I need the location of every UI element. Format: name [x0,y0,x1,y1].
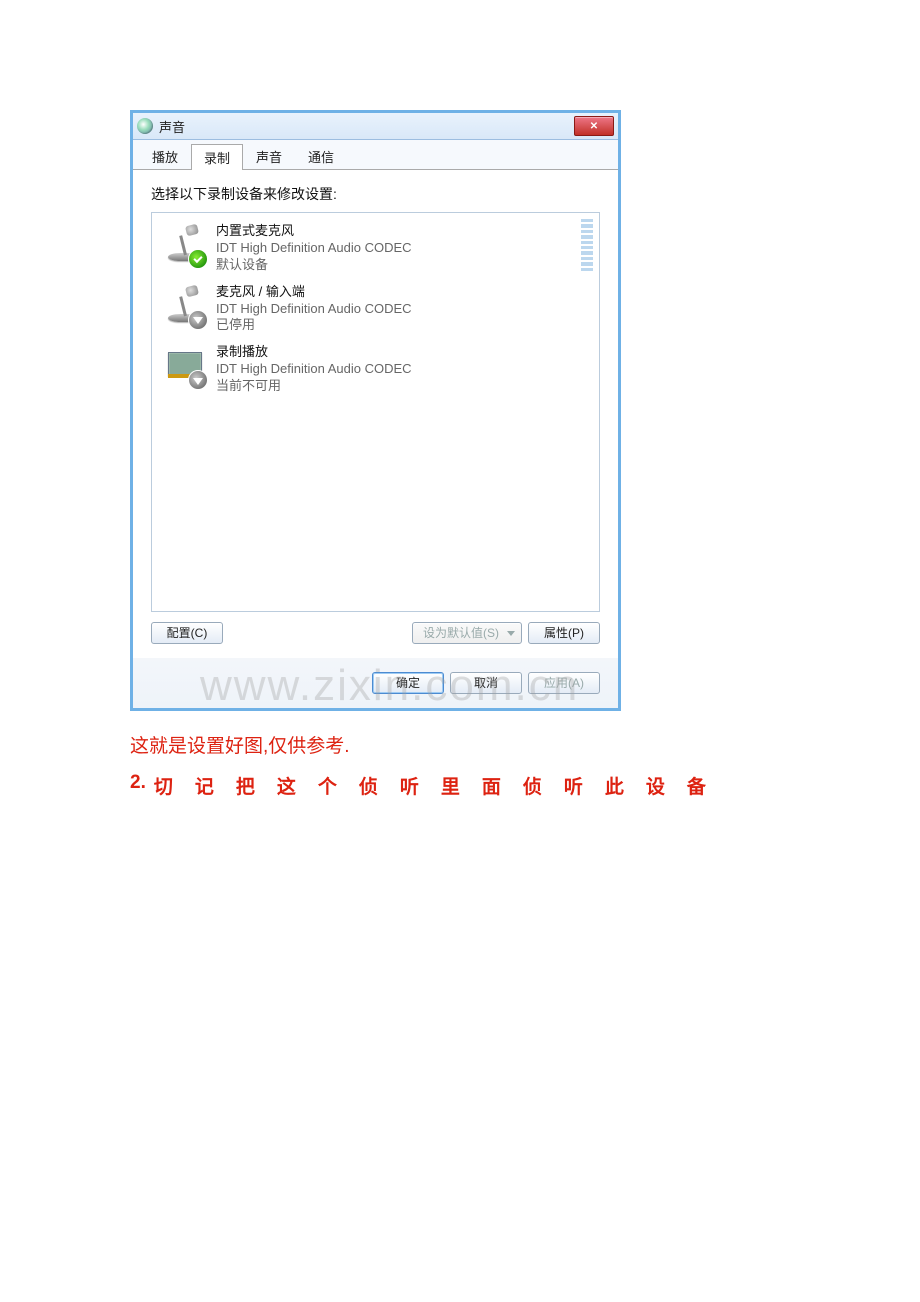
device-desc: IDT High Definition Audio CODEC [216,361,412,378]
set-default-button[interactable]: 设为默认值(S) [412,622,522,644]
dialog-tabs: 播放 录制 声音 通信 [133,140,618,170]
device-name: 内置式麦克风 [216,223,412,240]
soundcard-icon [162,342,206,388]
configure-button[interactable]: 配置(C) [151,622,223,644]
microphone-icon [162,282,206,328]
tab-communications[interactable]: 通信 [295,143,347,169]
caption-text: 这就是设置好图,仅供参考. [130,731,790,758]
step2-line: 2. 切记把这个侦听里面侦听此设备 [130,772,790,799]
properties-button[interactable]: 属性(P) [528,622,600,644]
tab-sounds[interactable]: 声音 [243,143,295,169]
device-status: 已停用 [216,317,412,334]
lower-button-row: 配置(C) 设为默认值(S) 属性(P) [151,622,600,644]
device-list: 内置式麦克风 IDT High Definition Audio CODEC 默… [151,212,600,612]
cancel-button[interactable]: 取消 [450,672,522,694]
default-check-icon [188,249,208,269]
device-desc: IDT High Definition Audio CODEC [216,240,412,257]
device-item-builtin-mic[interactable]: 内置式麦克风 IDT High Definition Audio CODEC 默… [156,217,595,278]
device-desc: IDT High Definition Audio CODEC [216,301,412,318]
sound-icon [137,118,153,134]
dialog-title: 声音 [159,117,574,136]
apply-button[interactable]: 应用(A) [528,672,600,694]
instruction-text: 选择以下录制设备来修改设置: [151,184,600,204]
ok-button[interactable]: 确定 [372,672,444,694]
close-button[interactable]: ✕ [574,116,614,136]
close-icon: ✕ [590,121,598,132]
device-status: 当前不可用 [216,378,412,395]
level-meter [581,219,593,271]
device-item-mic-input[interactable]: 麦克风 / 输入端 IDT High Definition Audio CODE… [156,278,595,339]
device-name: 麦克风 / 输入端 [216,284,412,301]
disabled-down-icon [188,310,208,330]
step2-index: 2. [130,772,146,799]
unavailable-down-icon [188,370,208,390]
step2-text: 切记把这个侦听里面侦听此设备 [154,772,728,799]
tab-recording[interactable]: 录制 [191,144,243,170]
dialog-titlebar: 声音 ✕ [133,113,618,140]
device-name: 录制播放 [216,344,412,361]
device-status: 默认设备 [216,257,412,274]
sound-dialog: 声音 ✕ 播放 录制 声音 通信 选择以下录制设备来修改设置: [130,110,621,711]
tab-playback[interactable]: 播放 [139,143,191,169]
tab-body-recording: 选择以下录制设备来修改设置: 内置式麦克风 IDT High Definitio… [133,170,618,658]
dialog-footer: 确定 取消 应用(A) [133,658,618,708]
microphone-icon [162,221,206,267]
device-item-stereo-mix[interactable]: 录制播放 IDT High Definition Audio CODEC 当前不… [156,338,595,399]
